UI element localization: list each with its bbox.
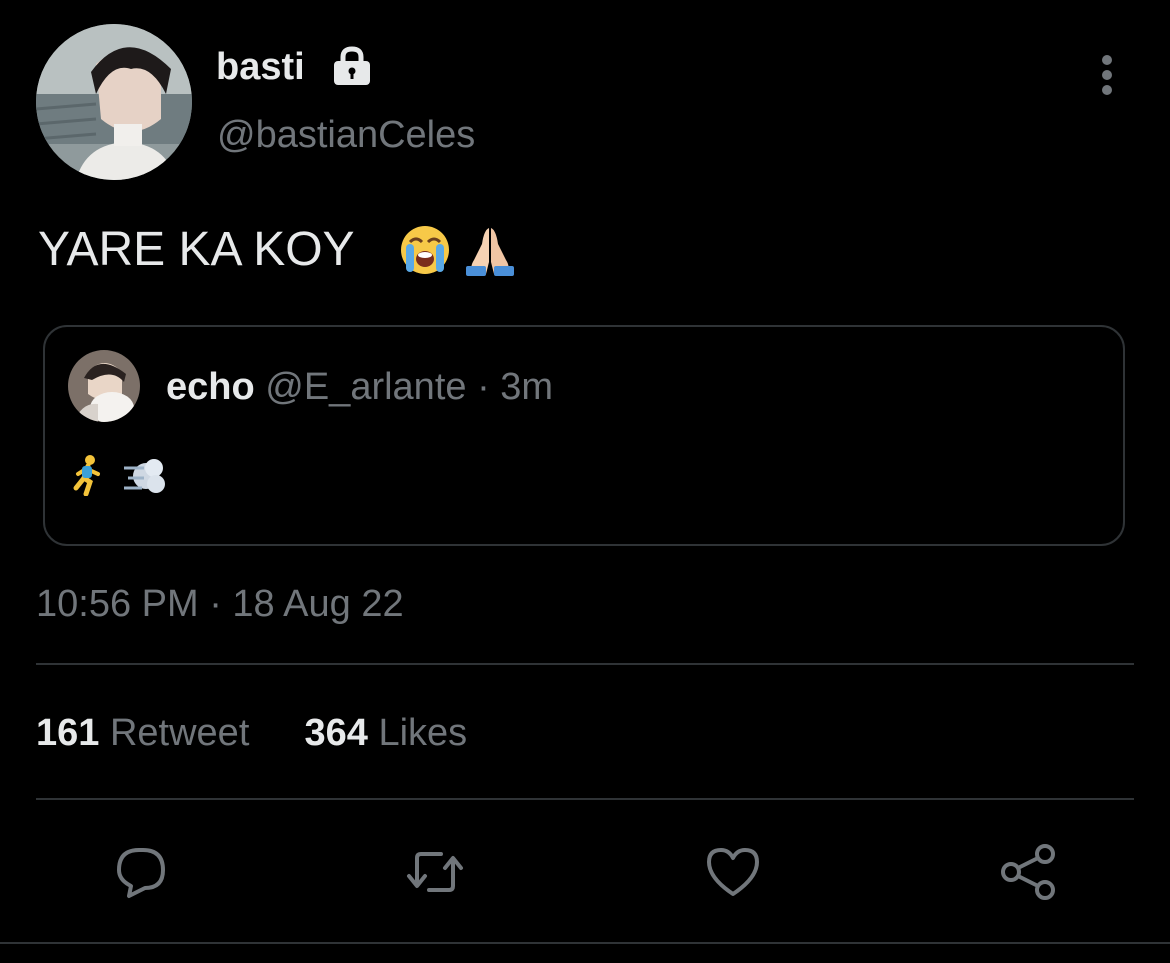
quoted-display-name[interactable]: echo <box>166 366 255 408</box>
lock-icon <box>330 46 374 86</box>
quoted-tweet-header: echo @E_arlante · 3m <box>166 364 553 410</box>
author-handle[interactable]: @bastianCeles <box>217 112 475 158</box>
loudly-crying-face-icon <box>401 226 449 274</box>
like-count[interactable]: 364 Likes <box>305 712 468 754</box>
dashing-away-icon <box>124 459 165 493</box>
tweet-stats: 161 Retweet 364 Likes <box>36 710 467 756</box>
share-icon[interactable] <box>997 840 1061 904</box>
tweet-emojis <box>398 222 523 278</box>
retweet-icon[interactable] <box>403 840 467 904</box>
quoted-tweet-card[interactable] <box>43 325 1125 546</box>
divider <box>36 798 1134 800</box>
retweet-count[interactable]: 161 Retweet <box>36 712 249 754</box>
author-avatar[interactable] <box>36 24 192 180</box>
retweet-count-value: 161 <box>36 712 100 754</box>
like-count-label: Likes <box>378 712 468 754</box>
author-display-name[interactable]: basti <box>216 44 305 90</box>
quoted-handle-and-time: @E_arlante · 3m <box>265 366 554 408</box>
tweet-text: YARE KA KOY <box>38 223 355 276</box>
folded-hands-icon <box>466 228 514 276</box>
quoted-author-avatar[interactable] <box>68 350 140 422</box>
like-icon[interactable] <box>701 840 765 904</box>
bottom-divider <box>0 942 1170 944</box>
person-running-icon <box>73 455 100 497</box>
tweet-timestamp[interactable]: 10:56 PM · 18 Aug 22 <box>36 581 404 627</box>
divider <box>36 663 1134 665</box>
quoted-tweet-emojis <box>70 454 170 497</box>
more-options-icon[interactable] <box>1094 52 1120 98</box>
like-count-value: 364 <box>304 712 368 754</box>
retweet-count-label: Retweet <box>109 712 250 754</box>
reply-icon[interactable] <box>109 840 173 904</box>
